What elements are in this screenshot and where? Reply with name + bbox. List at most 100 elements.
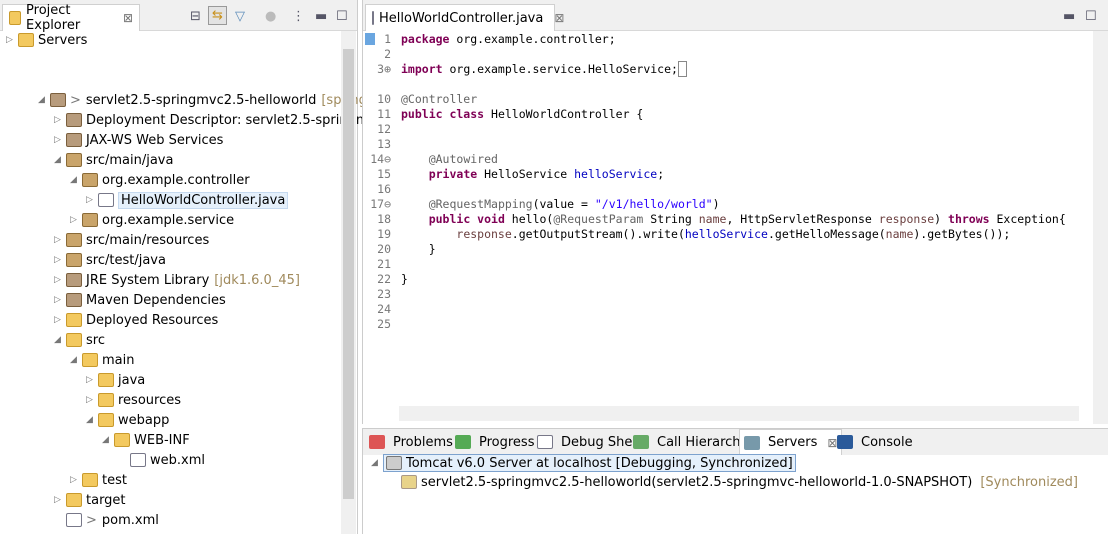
maximize-icon[interactable]: ☐ [336, 9, 348, 24]
tab-debug-shell[interactable]: Debug Shell [533, 429, 644, 455]
tree-item[interactable]: ▷ java [86, 370, 145, 390]
expand-toggle[interactable]: ▷ [6, 35, 18, 45]
line-number: 19 [377, 227, 391, 241]
folder-icon [98, 413, 114, 427]
line-number: 3⊕ [377, 62, 391, 76]
jar-icon [66, 293, 82, 307]
code-line[interactable]: public void hello(@RequestParam String n… [401, 212, 1066, 226]
tree-item[interactable]: ▷ JRE System Library [jdk1.6.0_45] [54, 270, 300, 290]
tree-item[interactable]: ◢ org.example.controller [70, 170, 250, 190]
tree-item[interactable]: ▷ HelloWorldController.java [86, 190, 289, 210]
tree-item-label: src/main/java [86, 152, 174, 168]
code-line[interactable]: } [401, 272, 408, 286]
tree-item[interactable]: web.xml [118, 450, 205, 470]
tree-item[interactable]: ▷ Servers [6, 30, 87, 50]
filter-icon[interactable]: ▽ [235, 9, 245, 24]
expand-toggle[interactable]: ◢ [70, 175, 82, 185]
java-icon [130, 453, 146, 467]
expand-toggle[interactable]: ▷ [86, 375, 98, 385]
collapse-all-icon[interactable]: ⊟ [190, 9, 201, 24]
expand-toggle[interactable]: ◢ [102, 435, 114, 445]
line-number: 16 [377, 182, 391, 196]
tree-item[interactable]: ▷ org.example.service [70, 210, 234, 230]
expand-toggle[interactable]: ◢ [371, 458, 383, 468]
tab-progress[interactable]: Progress [451, 429, 538, 455]
code-line[interactable]: response.getOutputStream().write(helloSe… [401, 227, 1010, 241]
code-line[interactable]: package org.example.controller; [401, 32, 616, 46]
expand-toggle[interactable]: ▷ [54, 115, 66, 125]
tree-item[interactable]: ◢ src/main/java [54, 150, 173, 170]
tree-item-label: Servers [38, 32, 88, 48]
minimize-icon[interactable]: ▬ [315, 9, 327, 24]
server-row[interactable]: ◢ Tomcat v6.0 Server at localhost [Debug… [371, 453, 796, 473]
tree-item-label: src/test/java [86, 252, 166, 268]
tree-item[interactable]: ▷ src/test/java [54, 250, 166, 270]
expand-toggle[interactable]: ▷ [54, 135, 66, 145]
pkg-icon [82, 173, 98, 187]
module-row[interactable]: servlet2.5-springmvc2.5-helloworld(servl… [401, 472, 1078, 492]
tree-item-label: JRE System Library [86, 272, 210, 288]
code-line[interactable]: import org.example.service.HelloService; [401, 61, 687, 77]
tab-label: Problems [393, 434, 453, 450]
tab-call-hierarchy[interactable]: Call Hierarchy [629, 429, 752, 455]
code-line[interactable]: @Controller [401, 92, 477, 106]
tab-console[interactable]: Console [833, 429, 917, 455]
expand-toggle[interactable]: ▷ [86, 395, 98, 405]
line-number: 11 [377, 107, 391, 121]
editor-vertical-scrollbar[interactable] [1093, 31, 1108, 424]
tree-item[interactable]: ◢ src [54, 330, 105, 350]
expand-toggle[interactable]: ◢ [38, 95, 50, 105]
expand-toggle[interactable]: ◢ [54, 155, 66, 165]
close-icon[interactable]: ⊠ [554, 11, 564, 25]
scroll-thumb[interactable] [343, 49, 354, 499]
expand-toggle[interactable]: ▷ [54, 255, 66, 265]
tab-servers[interactable]: Servers ⊠ [739, 429, 843, 455]
vertical-scrollbar[interactable] [341, 31, 356, 534]
minimize-icon[interactable]: ▬ [1063, 9, 1075, 24]
expand-toggle[interactable]: ▷ [54, 275, 66, 285]
code-line[interactable]: @Autowired [401, 152, 498, 166]
tree-item[interactable]: ▷ src/main/resources [54, 230, 209, 250]
tree-item[interactable]: ◢ webapp [86, 410, 169, 430]
expand-toggle[interactable]: ▷ [54, 295, 66, 305]
tree-item[interactable]: ▷ JAX-WS Web Services [54, 130, 223, 150]
expand-toggle[interactable]: ▷ [86, 195, 98, 205]
folder-icon [114, 433, 130, 447]
expand-toggle[interactable]: ▷ [54, 495, 66, 505]
code-line[interactable]: @RequestMapping(value = "/v1/hello/world… [401, 197, 720, 211]
view-menu-icon[interactable]: ⋮ [292, 9, 305, 24]
code-line[interactable]: public class HelloWorldController { [401, 107, 643, 121]
link-editor-icon[interactable]: ⇆ [208, 6, 227, 25]
tree-item[interactable]: ▷ resources [86, 390, 181, 410]
tab-label: Servers [768, 435, 818, 450]
tab-problems[interactable]: Problems [365, 429, 457, 455]
project-explorer-icon [9, 11, 22, 25]
tree-item[interactable]: > pom.xml [54, 510, 159, 530]
tree-item-label: java [118, 372, 146, 388]
expand-toggle[interactable]: ◢ [54, 335, 66, 345]
code-area[interactable]: 1 package org.example.controller; 2 3⊕ impor… [363, 31, 1079, 406]
tree-item[interactable]: ▷ test [70, 470, 127, 490]
tree-item[interactable]: ◢ main [70, 350, 134, 370]
module-label: servlet2.5-springmvc2.5-helloworld(servl… [421, 474, 973, 490]
expand-toggle[interactable]: ▷ [54, 315, 66, 325]
tree-item[interactable]: ▷ Maven Dependencies [54, 290, 226, 310]
expand-toggle[interactable]: ▷ [70, 475, 82, 485]
close-icon[interactable]: ⊠ [123, 11, 133, 25]
editor-horizontal-scrollbar[interactable] [399, 406, 1079, 421]
code-line[interactable]: } [401, 242, 436, 256]
expand-toggle[interactable]: ▷ [70, 215, 82, 225]
expand-toggle[interactable]: ◢ [70, 355, 82, 365]
tree-item[interactable]: ▷ Deployed Resources [54, 310, 218, 330]
jar-icon [66, 133, 82, 147]
expand-toggle[interactable]: ◢ [86, 415, 98, 425]
code-line[interactable]: private HelloService helloService; [401, 167, 664, 181]
gear-icon[interactable]: ● [265, 9, 276, 24]
expand-toggle[interactable]: ▷ [54, 235, 66, 245]
maximize-icon[interactable]: ☐ [1085, 9, 1097, 24]
tree-item[interactable]: ◢ WEB-INF [102, 430, 190, 450]
tab-project-explorer[interactable]: Project Explorer ⊠ [2, 3, 140, 33]
tree-item[interactable]: ▷ target [54, 490, 126, 510]
tab-label: HelloWorldController.java [379, 10, 544, 26]
tab-helloworldcontroller[interactable]: HelloWorldController.java ⊠ [365, 4, 564, 31]
